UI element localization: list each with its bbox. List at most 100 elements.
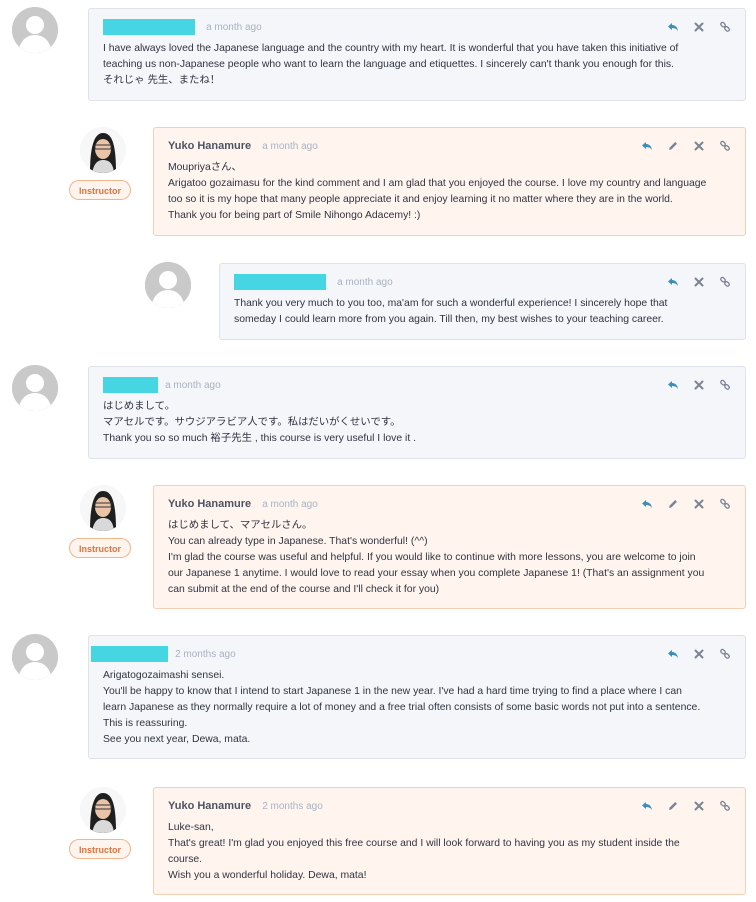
comment-line: course. bbox=[168, 854, 203, 865]
instructor-photo-image bbox=[80, 787, 126, 833]
reply-icon[interactable] bbox=[641, 498, 653, 510]
comment-body: I have always loved the Japanese languag… bbox=[103, 41, 731, 89]
reply-icon[interactable] bbox=[641, 800, 653, 812]
comment-line: This is reassuring. bbox=[103, 718, 188, 729]
user-silhouette-icon bbox=[12, 7, 58, 53]
comment-line: You can already type in Japanese. That's… bbox=[168, 536, 428, 547]
comment-actions bbox=[667, 647, 731, 661]
delete-icon[interactable] bbox=[693, 140, 705, 152]
comment-actions bbox=[667, 275, 731, 289]
comment-author[interactable]: Yuko Hanamure bbox=[168, 140, 251, 152]
instructor-avatar bbox=[80, 787, 126, 833]
redacted-author-name[interactable] bbox=[103, 377, 158, 393]
comment-line: our Japanese 1 anytime. I would love to … bbox=[168, 568, 705, 579]
comment-line: マアセルです。サウジアラビア人です。私はだいがくせいです。 bbox=[103, 417, 401, 428]
redacted-author-name[interactable] bbox=[91, 646, 168, 662]
comment-card: Yuko Hanamure a month ago はじめまして、マアセルさん。… bbox=[153, 485, 746, 609]
comment-meta: Yuko Hanamure a month ago bbox=[168, 496, 731, 512]
comment-line: You'll be happy to know that I intend to… bbox=[103, 686, 682, 697]
reply-icon[interactable] bbox=[667, 276, 679, 288]
comment-line: はじめまして。 bbox=[103, 401, 176, 412]
comment-card: Yuko Hanamure 2 months ago Luke-san, Tha… bbox=[153, 787, 746, 895]
comment-actions bbox=[641, 799, 731, 813]
instructor-badge: Instructor bbox=[69, 180, 131, 200]
delete-icon[interactable] bbox=[693, 800, 705, 812]
comment-actions bbox=[641, 139, 731, 153]
comment-meta: a month ago bbox=[103, 19, 731, 35]
user-avatar bbox=[12, 365, 58, 411]
comment-author[interactable]: Yuko Hanamure bbox=[168, 498, 251, 510]
comment-time: a month ago bbox=[262, 499, 318, 510]
user-silhouette-icon bbox=[145, 262, 191, 308]
delete-icon[interactable] bbox=[693, 276, 705, 288]
delete-icon[interactable] bbox=[693, 21, 705, 33]
edit-icon[interactable] bbox=[667, 140, 679, 152]
comment-actions bbox=[641, 497, 731, 511]
comment-body: Arigatogozaimashi sensei. You'll be happ… bbox=[103, 668, 731, 748]
user-avatar bbox=[12, 7, 58, 53]
link-icon[interactable] bbox=[719, 276, 731, 288]
instructor-badge: Instructor bbox=[69, 538, 131, 558]
comment-line: Thank you for being part of Smile Nihong… bbox=[168, 210, 421, 221]
user-silhouette-icon bbox=[12, 365, 58, 411]
comment-time: a month ago bbox=[206, 22, 262, 33]
comment-line: See you next year, Dewa, mata. bbox=[103, 734, 251, 745]
link-icon[interactable] bbox=[719, 140, 731, 152]
edit-icon[interactable] bbox=[667, 800, 679, 812]
comment-time: 2 months ago bbox=[262, 801, 323, 812]
reply-icon[interactable] bbox=[667, 21, 679, 33]
instructor-photo-image bbox=[80, 485, 126, 531]
comment-line: Arigatogozaimashi sensei. bbox=[103, 670, 225, 681]
comment-line: learn Japanese as they normally require … bbox=[103, 702, 701, 713]
comment-line: Thank you so so much 裕子先生 , this course … bbox=[103, 433, 416, 444]
edit-icon[interactable] bbox=[667, 498, 679, 510]
link-icon[interactable] bbox=[719, 800, 731, 812]
comment-author[interactable]: Yuko Hanamure bbox=[168, 800, 251, 812]
comment-line: I'm glad the course was useful and helpf… bbox=[168, 552, 696, 563]
comment-body: Thank you very much to you too, ma'am fo… bbox=[234, 296, 731, 328]
comment-meta: Yuko Hanamure a month ago bbox=[168, 138, 731, 154]
comment-body: Moupriyaさん、 Arigatoo gozaimasu for the k… bbox=[168, 160, 731, 224]
reply-icon[interactable] bbox=[667, 648, 679, 660]
instructor-avatar bbox=[80, 127, 126, 173]
comment-meta: 2 months ago bbox=[91, 646, 731, 662]
user-silhouette-icon bbox=[12, 634, 58, 680]
comment-line: Luke-san, bbox=[168, 822, 214, 833]
link-icon[interactable] bbox=[719, 498, 731, 510]
comment-time: 2 months ago bbox=[175, 649, 236, 660]
comment-line: someday I could learn more from you agai… bbox=[234, 314, 664, 325]
link-icon[interactable] bbox=[719, 648, 731, 660]
comment-actions bbox=[667, 378, 731, 392]
delete-icon[interactable] bbox=[693, 379, 705, 391]
reply-icon[interactable] bbox=[667, 379, 679, 391]
comment-body: はじめまして。 マアセルです。サウジアラビア人です。私はだいがくせいです。 Th… bbox=[103, 399, 731, 447]
comment-line: Thank you very much to you too, ma'am fo… bbox=[234, 298, 668, 309]
link-icon[interactable] bbox=[719, 379, 731, 391]
delete-icon[interactable] bbox=[693, 498, 705, 510]
comment-actions bbox=[667, 20, 731, 34]
comment-card: Yuko Hanamure a month ago Moupriyaさん、 Ar… bbox=[153, 127, 746, 236]
comment-line: too so it is my hope that many people ap… bbox=[168, 194, 673, 205]
instructor-avatar bbox=[80, 485, 126, 531]
comment-body: Luke-san, That's great! I'm glad you enj… bbox=[168, 820, 731, 884]
comment-meta: Yuko Hanamure 2 months ago bbox=[168, 798, 731, 814]
comment-time: a month ago bbox=[165, 380, 221, 391]
comment-line: teaching us non-Japanese people who want… bbox=[103, 59, 674, 70]
comment-card: a month ago Thank you very much to you t… bbox=[219, 263, 746, 340]
comment-card: 2 months ago Arigatogozaimashi sensei. Y… bbox=[88, 635, 746, 759]
reply-icon[interactable] bbox=[641, 140, 653, 152]
comment-card: a month ago I have always loved the Japa… bbox=[88, 8, 746, 101]
comment-line: Arigatoo gozaimasu for the kind comment … bbox=[168, 178, 707, 189]
redacted-author-name[interactable] bbox=[103, 19, 195, 35]
comment-line: That's great! I'm glad you enjoyed this … bbox=[168, 838, 680, 849]
comment-card: a month ago はじめまして。 マアセルです。サウジアラビア人です。私は… bbox=[88, 366, 746, 459]
link-icon[interactable] bbox=[719, 21, 731, 33]
comment-line: Wish you a wonderful holiday. Dewa, mata… bbox=[168, 870, 367, 881]
comment-line: それじゃ 先生、またね！ bbox=[103, 75, 221, 86]
comment-line: can submit at the end of the course and … bbox=[168, 584, 440, 595]
comment-line: はじめまして、マアセルさん。 bbox=[168, 520, 313, 531]
delete-icon[interactable] bbox=[693, 648, 705, 660]
comment-body: はじめまして、マアセルさん。 You can already type in J… bbox=[168, 518, 731, 598]
redacted-author-name[interactable] bbox=[234, 274, 326, 290]
comment-meta: a month ago bbox=[103, 377, 731, 393]
